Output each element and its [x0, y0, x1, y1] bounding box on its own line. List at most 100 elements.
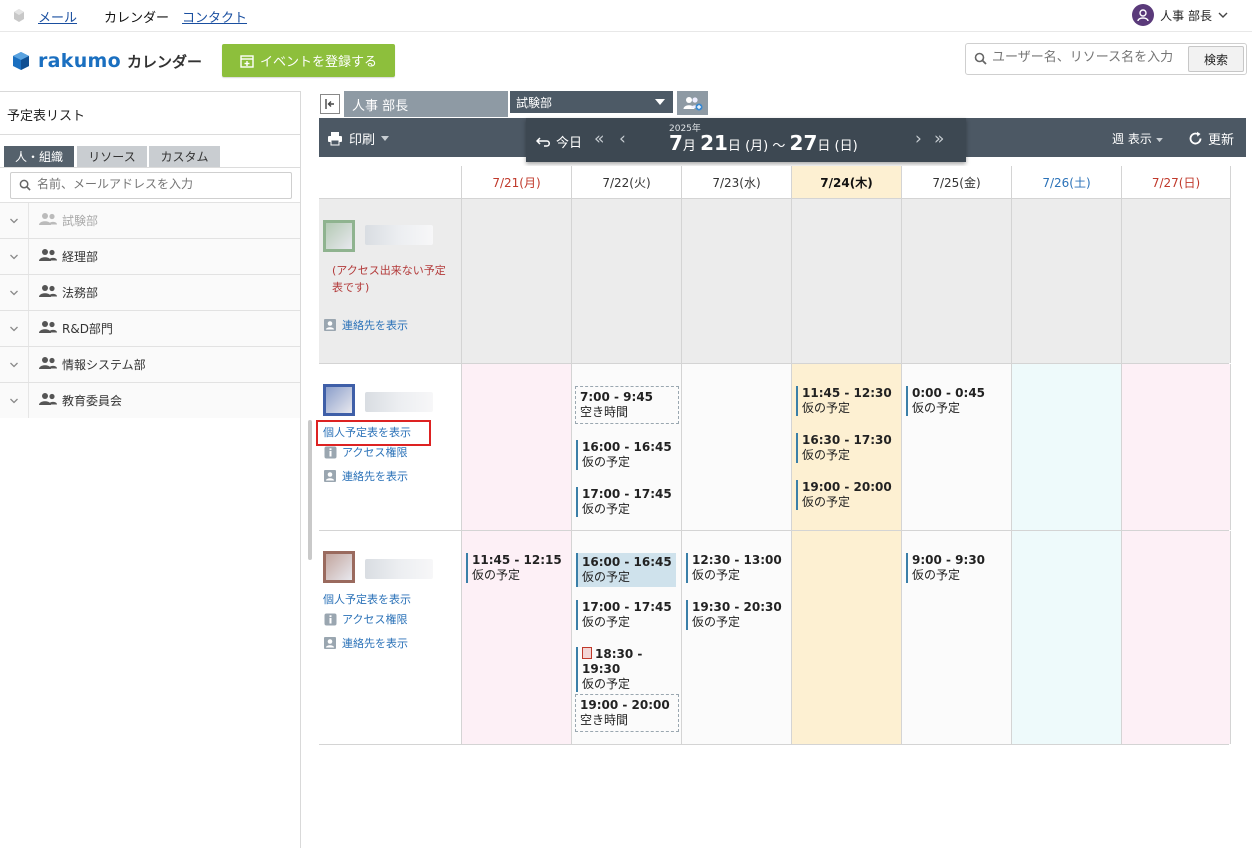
day-cell[interactable]: [461, 199, 571, 363]
user-avatar-icon: [1132, 4, 1155, 26]
day-cell[interactable]: [1011, 531, 1121, 744]
day-cell[interactable]: [681, 199, 791, 363]
event-title: 仮の予定: [582, 615, 631, 629]
tab-custom[interactable]: カスタム: [149, 146, 220, 167]
event-item[interactable]: 11:45 - 12:30 仮の予定: [796, 386, 896, 416]
tab-resource[interactable]: リソース: [77, 146, 147, 167]
undo-icon: [536, 136, 550, 147]
tab-people-org[interactable]: 人・組織: [4, 146, 74, 167]
show-contact-link[interactable]: 連絡先を表示: [323, 635, 408, 651]
day-cell[interactable]: [791, 531, 901, 744]
group-row[interactable]: 情報システム部: [0, 346, 300, 382]
next-week-icon[interactable]: ›: [915, 129, 922, 149]
day-header[interactable]: 7/23(水): [681, 166, 791, 199]
day-cell[interactable]: [901, 199, 1011, 363]
group-label: 経理部: [62, 250, 99, 264]
event-item[interactable]: 17:00 - 17:45 仮の予定: [576, 487, 676, 517]
event-time: 17:00 - 17:45: [582, 600, 672, 614]
chevron-down-icon[interactable]: [0, 311, 29, 346]
chevron-down-icon[interactable]: [0, 203, 29, 238]
group-row[interactable]: 教育委員会: [0, 382, 300, 418]
day-cell[interactable]: [1121, 364, 1231, 530]
day-cell[interactable]: [1121, 199, 1231, 363]
event-title: 空き時間: [580, 405, 629, 419]
chevron-down-icon[interactable]: [0, 347, 29, 382]
day-cell[interactable]: 9:00 - 9:30 仮の予定: [901, 531, 1011, 744]
group-icon: [38, 248, 58, 265]
chevron-down-icon[interactable]: [0, 383, 29, 418]
day-header[interactable]: 7/26(土): [1011, 166, 1121, 199]
day-cell[interactable]: [1011, 199, 1121, 363]
prev-week-icon[interactable]: ‹: [619, 129, 626, 149]
search-button[interactable]: 検索: [1188, 46, 1244, 72]
group-row[interactable]: 試験部: [0, 202, 300, 238]
member-search-input[interactable]: [37, 177, 277, 191]
top-bar: メール カレンダー コンタクト 人事 部長: [0, 0, 1252, 32]
event-item[interactable]: 9:00 - 9:30 仮の予定: [906, 553, 1006, 583]
group-row[interactable]: 経理部: [0, 238, 300, 274]
group-select[interactable]: 試験部: [510, 91, 673, 113]
show-personal-schedule-link[interactable]: 個人予定表を表示: [323, 591, 411, 607]
prev-month-icon[interactable]: «: [594, 129, 604, 149]
day-cell[interactable]: 12:30 - 13:00 仮の予定 19:30 - 20:30 仮の予定: [681, 531, 791, 744]
day-cell[interactable]: [1121, 531, 1231, 744]
day-cell[interactable]: 7:00 - 9:45 空き時間 16:00 - 16:45 仮の予定 17:00 - …: [571, 364, 681, 530]
day-header[interactable]: 7/21(月): [461, 166, 571, 199]
access-rights-link[interactable]: アクセス権限: [323, 611, 407, 627]
group-icon: [38, 392, 58, 409]
event-item[interactable]: 19:00 - 20:00 仮の予定: [796, 480, 896, 510]
free-time-slot[interactable]: 7:00 - 9:45 空き時間: [575, 386, 679, 424]
access-rights-link[interactable]: アクセス権限: [323, 444, 407, 460]
global-search: 検索: [965, 43, 1247, 75]
tab-owner-schedule[interactable]: 人事 部長: [344, 91, 508, 117]
group-row[interactable]: R&D部門: [0, 310, 300, 346]
show-contact-link[interactable]: 連絡先を表示: [323, 317, 408, 333]
day-cell[interactable]: 11:45 - 12:15 仮の予定: [461, 531, 571, 744]
event-item[interactable]: 18:30 - 19:30 仮の予定: [576, 647, 676, 692]
group-row[interactable]: 法務部: [0, 274, 300, 310]
global-search-input[interactable]: [992, 50, 1182, 65]
event-item[interactable]: 16:00 - 16:45 仮の予定: [576, 440, 676, 470]
rakumo-logo-icon: [13, 52, 29, 70]
nav-calendar-link[interactable]: カレンダー: [104, 7, 169, 26]
collapse-panel-button[interactable]: [320, 94, 340, 114]
user-menu[interactable]: 人事 部長: [1132, 3, 1228, 27]
day-cell[interactable]: 16:00 - 16:45 仮の予定 17:00 - 17:45 仮の予定 18:30 …: [571, 531, 681, 744]
next-month-icon[interactable]: »: [934, 129, 944, 149]
refresh-button[interactable]: 更新: [1188, 129, 1234, 148]
print-button[interactable]: 印刷: [327, 129, 390, 148]
panel-scrollbar[interactable]: [308, 420, 312, 560]
event-item[interactable]: 16:00 - 16:45 仮の予定: [576, 553, 676, 587]
day-header[interactable]: 7/22(火): [571, 166, 681, 199]
view-select[interactable]: 週 表示: [1112, 130, 1163, 147]
chevron-down-icon[interactable]: [0, 239, 29, 274]
nav-mail-link[interactable]: メール: [38, 7, 77, 26]
link-label: 連絡先を表示: [342, 319, 408, 332]
day-cell[interactable]: [571, 199, 681, 363]
chevron-down-icon[interactable]: [0, 275, 29, 310]
link-label: アクセス権限: [342, 613, 408, 626]
day-header[interactable]: 7/24(木): [791, 166, 901, 199]
day-cell[interactable]: [1011, 364, 1121, 530]
day-cell[interactable]: [791, 199, 901, 363]
event-item[interactable]: 12:30 - 13:00 仮の予定: [686, 553, 786, 583]
event-item[interactable]: 0:00 - 0:45 仮の予定: [906, 386, 1006, 416]
today-button[interactable]: 今日: [536, 132, 582, 151]
member-name-blurred: [365, 392, 433, 412]
nav-contact-link[interactable]: コンタクト: [182, 7, 247, 26]
day-header[interactable]: 7/27(日): [1121, 166, 1231, 199]
event-item[interactable]: 11:45 - 12:15 仮の予定: [466, 553, 566, 583]
day-cell[interactable]: 11:45 - 12:30 仮の予定 16:30 - 17:30 仮の予定 19:00 …: [791, 364, 901, 530]
day-header[interactable]: 7/25(金): [901, 166, 1011, 199]
day-cell[interactable]: [681, 364, 791, 530]
day-cell[interactable]: 0:00 - 0:45 仮の予定: [901, 364, 1011, 530]
register-event-button[interactable]: イベントを登録する: [222, 44, 395, 77]
event-item[interactable]: 19:30 - 20:30 仮の予定: [686, 600, 786, 630]
event-item[interactable]: 16:30 - 17:30 仮の予定: [796, 433, 896, 463]
show-contact-link[interactable]: 連絡先を表示: [323, 468, 408, 484]
add-member-button[interactable]: [677, 91, 708, 115]
event-item[interactable]: 17:00 - 17:45 仮の予定: [576, 600, 676, 630]
search-icon: [974, 52, 987, 65]
free-time-slot[interactable]: 19:00 - 20:00 空き時間: [575, 694, 679, 732]
day-cell[interactable]: [461, 364, 571, 530]
